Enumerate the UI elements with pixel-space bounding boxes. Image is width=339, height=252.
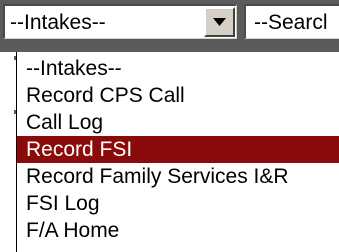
search-select-value: --Searcl — [254, 11, 328, 34]
dropdown-item-fsi-log[interactable]: FSI Log — [17, 190, 339, 217]
dropdown-item-intakes[interactable]: --Intakes-- — [17, 55, 339, 82]
intakes-dropdown-list[interactable]: --Intakes-- Record CPS Call Call Log Rec… — [16, 52, 339, 252]
intakes-select-value: --Intakes-- — [10, 11, 106, 34]
intakes-select[interactable]: --Intakes-- — [3, 4, 237, 39]
dropdown-item-call-log[interactable]: Call Log — [17, 109, 339, 136]
dropdown-item-record-cps-call[interactable]: Record CPS Call — [17, 82, 339, 109]
dropdown-item-record-family-services[interactable]: Record Family Services I&R — [17, 163, 339, 190]
dropdown-item-fa-home[interactable]: F/A Home — [17, 217, 339, 244]
chevron-down-icon — [213, 18, 226, 26]
intakes-dropdown-button[interactable] — [204, 7, 235, 37]
search-select[interactable]: --Searcl — [244, 4, 339, 39]
dropdown-item-record-fsi[interactable]: Record FSI — [17, 136, 339, 163]
